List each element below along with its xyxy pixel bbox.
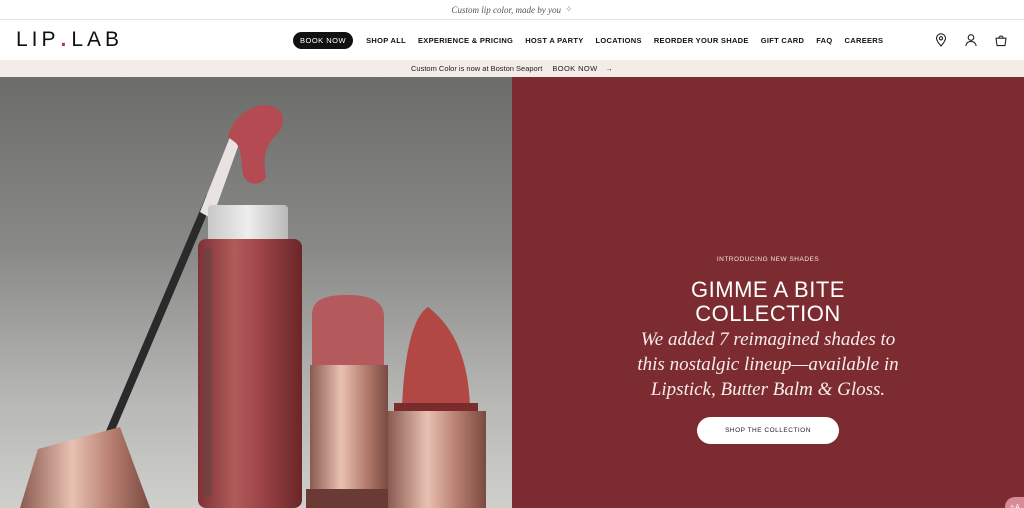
arrow-right-icon: → [605,64,613,73]
promo-topbar: Custom lip color, made by you ✧ [0,0,1024,20]
nav-host-a-party[interactable]: HOST A PARTY [525,36,583,45]
account-icon[interactable] [964,33,978,47]
cart-bag-icon[interactable] [994,33,1008,47]
nav-faq[interactable]: FAQ [816,36,832,45]
lip-products-illustration [20,104,486,508]
hero-text-panel: INTRODUCING NEW SHADES GIMME A BITE COLL… [512,77,1024,508]
announcement-cta-label: BOOK NOW [552,64,598,73]
header-icons [934,20,1008,60]
hero-banner: INTRODUCING NEW SHADES GIMME A BITE COLL… [0,77,1024,508]
hero-title: GIMME A BITE COLLECTION [512,278,1024,326]
hero-eyebrow: INTRODUCING NEW SHADES [716,256,820,263]
nav-experience-pricing[interactable]: EXPERIENCE & PRICING [418,36,513,45]
book-now-button[interactable]: BOOK NOW [293,31,354,49]
logo-right: LAB [71,28,124,51]
sparkle-icon: ✧ [564,4,573,14]
promo-topbar-label: Custom lip color, made by you [451,4,561,15]
promo-topbar-text: Custom lip color, made by you ✧ [451,4,572,15]
lip-lab-logo[interactable]: LIP . LAB [16,28,166,52]
site-header: LIP . LAB BOOK NOW SHOP ALL EXPERIENCE &… [0,20,1024,60]
nav-careers[interactable]: CAREERS [845,36,884,45]
hero-product-image [0,77,512,508]
announcement-bar: Custom Color is now at Boston Seaport BO… [0,60,1024,77]
logo-left: LIP [16,28,60,51]
announcement-text: Custom Color is now at Boston Seaport [411,64,543,73]
shop-the-collection-button[interactable]: SHOP THE COLLECTION [697,417,839,444]
accessibility-widget-button[interactable]: ✧A [1005,497,1024,508]
hero-title-line-2: COLLECTION [695,301,841,326]
announcement-book-now-link[interactable]: BOOK NOW → [552,64,613,73]
main-nav: BOOK NOW SHOP ALL EXPERIENCE & PRICING H… [293,20,895,60]
location-pin-icon[interactable] [934,33,948,47]
nav-locations[interactable]: LOCATIONS [596,36,642,45]
hero-subtitle: We added 7 reimagined shades to this nos… [637,329,899,400]
hero-title-line-1: GIMME A BITE [691,277,845,302]
logo-dot: . [60,28,71,51]
nav-reorder-your-shade[interactable]: REORDER YOUR SHADE [654,36,749,45]
nav-gift-card[interactable]: GIFT CARD [761,36,805,45]
nav-shop-all[interactable]: SHOP ALL [366,36,406,45]
